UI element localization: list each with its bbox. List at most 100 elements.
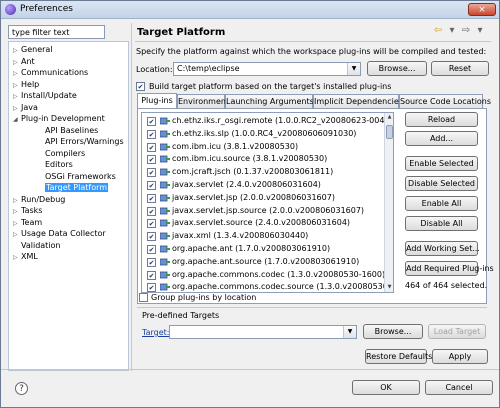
- tree-item[interactable]: Target Platform: [37, 182, 109, 194]
- plug-in-row[interactable]: ✔ com.jcraft.jsch (0.1.37.v200803061811): [142, 166, 386, 178]
- plug-in-row[interactable]: ✔ com.ibm.icu (3.8.1.v20080530): [142, 141, 386, 153]
- tree-item[interactable]: ▷ Ant: [13, 56, 35, 68]
- add-button[interactable]: Add...: [405, 131, 478, 146]
- plug-in-checkbox[interactable]: ✔: [147, 168, 156, 178]
- tree-item[interactable]: ▷ Run/Debug: [13, 194, 65, 206]
- back-menu-icon[interactable]: ▾: [445, 25, 459, 36]
- collapsed-arrow-icon[interactable]: ▷: [13, 252, 21, 264]
- plug-in-checkbox[interactable]: ✔: [147, 129, 156, 139]
- load-target-button[interactable]: Load Target: [428, 324, 486, 339]
- expanded-arrow-icon[interactable]: ◢: [13, 114, 21, 126]
- plug-in-checkbox[interactable]: ✔: [147, 232, 156, 242]
- plug-in-checkbox[interactable]: ✔: [147, 283, 156, 292]
- tab-source-code-locations[interactable]: Source Code Locations: [399, 94, 491, 108]
- plug-in-row[interactable]: ✔ ch.ethz.iks.r_osgi.remote (1.0.0.RC2_v2…: [142, 115, 393, 127]
- plug-in-row[interactable]: ✔ javax.servlet.jsp.source (2.0.0.v200806…: [142, 205, 386, 217]
- tree-item[interactable]: ▷ Usage Data Collector: [13, 228, 106, 240]
- plug-in-name: javax.servlet.jsp (2.0.0.v200806031607): [172, 192, 335, 202]
- scroll-down-arrow-icon[interactable]: ▼: [385, 283, 393, 292]
- tree-item[interactable]: API Errors/Warnings: [37, 136, 124, 148]
- back-arrow-icon[interactable]: ⇦: [431, 25, 445, 36]
- plug-in-checkbox[interactable]: ✔: [147, 155, 156, 165]
- tab-launching-arguments[interactable]: Launching Arguments: [225, 94, 314, 108]
- window-title: Preferences: [20, 4, 73, 14]
- plug-in-checkbox[interactable]: ✔: [147, 142, 156, 152]
- plug-in-checkbox[interactable]: ✔: [147, 245, 156, 254]
- plug-in-icon: [159, 207, 170, 215]
- tree-item[interactable]: ▷ Team: [13, 217, 42, 229]
- filter-input[interactable]: type filter text: [8, 25, 105, 39]
- plug-in-icon: [159, 168, 170, 176]
- reset-button[interactable]: Reset: [431, 61, 489, 76]
- disable-all-button[interactable]: Disable All: [405, 216, 478, 231]
- forward-menu-icon[interactable]: ▾: [473, 25, 487, 36]
- title-bar: Preferences ×: [1, 1, 499, 19]
- forward-arrow-icon[interactable]: ⇨: [459, 25, 473, 36]
- add-required-plug-ins-button[interactable]: Add Required Plug-ins: [405, 261, 494, 276]
- help-icon[interactable]: ?: [15, 382, 28, 395]
- plug-in-row[interactable]: ✔ javax.servlet.source (2.4.0.v2008060316…: [142, 217, 386, 229]
- plug-in-list-scrollbar[interactable]: ▲ ▼: [384, 113, 393, 292]
- plug-in-row[interactable]: ✔ org.apache.commons.codec (1.3.0.v200805…: [142, 269, 386, 281]
- location-combo[interactable]: C:\temp\eclipse ▼: [173, 62, 361, 76]
- plug-in-checkbox[interactable]: ✔: [147, 270, 156, 280]
- plug-in-checkbox[interactable]: ✔: [147, 193, 156, 203]
- tab-plug-ins[interactable]: Plug-ins: [137, 93, 177, 108]
- plug-in-row[interactable]: ✔ javax.servlet.jsp (2.0.0.v200806031607): [142, 192, 386, 204]
- plug-in-row[interactable]: ✔ javax.xml (1.3.4.v200806030440): [142, 230, 386, 242]
- restore-defaults-button[interactable]: Restore Defaults: [365, 349, 432, 364]
- build-target-label: Build target platform based on the targe…: [149, 82, 392, 91]
- plug-in-checkbox[interactable]: ✔: [147, 257, 156, 267]
- scroll-thumb[interactable]: [386, 125, 393, 139]
- enable-all-button[interactable]: Enable All: [405, 196, 478, 211]
- tree-item-label: Ant: [21, 56, 35, 66]
- chevron-down-icon[interactable]: ▼: [343, 326, 356, 338]
- plug-in-row[interactable]: ✔ org.apache.commons.codec.source (1.3.0.…: [142, 281, 393, 292]
- target-browse-button[interactable]: Browse...: [363, 324, 423, 339]
- plug-in-row[interactable]: ✔ javax.servlet (2.4.0.v200806031604): [142, 179, 386, 191]
- add-working-set-button[interactable]: Add Working Set...: [405, 241, 480, 256]
- tree-item[interactable]: ▷ Install/Update: [13, 90, 77, 102]
- tree-item[interactable]: Validation: [13, 240, 61, 252]
- plug-in-row[interactable]: ✔ org.apache.ant.source (1.7.0.v200803061…: [142, 256, 386, 268]
- tree-item[interactable]: ▷ Java: [13, 102, 38, 114]
- plug-in-checkbox[interactable]: ✔: [147, 206, 156, 216]
- plug-in-checkbox[interactable]: ✔: [147, 117, 156, 126]
- plug-in-row[interactable]: ✔ org.apache.ant (1.7.0.v200803061910): [142, 243, 386, 255]
- tree-item[interactable]: ▷ Help: [13, 79, 39, 91]
- tree-item[interactable]: API Baselines: [37, 125, 98, 137]
- pane-divider[interactable]: [131, 23, 132, 371]
- plug-in-row[interactable]: ✔ ch.ethz.iks.slp (1.0.0.RC4_v20080606091…: [142, 128, 386, 140]
- enable-selected-button[interactable]: Enable Selected: [405, 156, 478, 171]
- close-window-button[interactable]: ×: [468, 3, 496, 16]
- tree-item[interactable]: OSGi Frameworks: [37, 171, 116, 183]
- cancel-button[interactable]: Cancel: [425, 380, 493, 395]
- target-link[interactable]: Target:: [142, 328, 169, 337]
- tree-item[interactable]: ◢ Plug-in Development: [13, 113, 105, 125]
- tab-implicit-dependencies[interactable]: Implicit Dependencies: [313, 94, 403, 108]
- location-browse-button[interactable]: Browse...: [367, 61, 427, 76]
- tree-item[interactable]: ▷ Tasks: [13, 205, 42, 217]
- disable-selected-button[interactable]: Disable Selected: [405, 176, 478, 191]
- plug-in-checkbox[interactable]: ✔: [147, 219, 156, 229]
- scroll-up-arrow-icon[interactable]: ▲: [385, 113, 393, 122]
- tree-item[interactable]: Compilers: [37, 148, 85, 160]
- reload-button[interactable]: Reload: [405, 112, 478, 127]
- tab-environment[interactable]: Environment: [177, 94, 229, 108]
- tree-item[interactable]: ▷ General: [13, 44, 53, 56]
- tree-item-label: Compilers: [45, 148, 86, 158]
- apply-button[interactable]: Apply: [432, 349, 488, 364]
- plug-in-row[interactable]: ✔ com.ibm.icu.source (3.8.1.v20080530): [142, 153, 386, 165]
- target-combo[interactable]: ▼: [169, 325, 357, 339]
- plug-in-icon: [159, 271, 170, 279]
- group-by-location-checkbox[interactable]: [139, 293, 148, 302]
- tree-item[interactable]: Editors: [37, 159, 73, 171]
- plug-in-name: ch.ethz.iks.r_osgi.remote (1.0.0.RC2_v20…: [172, 116, 393, 125]
- tree-item[interactable]: ▷ XML: [13, 251, 38, 263]
- tree-item[interactable]: ▷ Communications: [13, 67, 88, 79]
- plug-in-checkbox[interactable]: ✔: [147, 181, 156, 190]
- chevron-down-icon[interactable]: ▼: [347, 63, 360, 75]
- plug-in-icon: [159, 143, 170, 151]
- ok-button[interactable]: OK: [352, 380, 420, 395]
- build-target-checkbox[interactable]: ✔: [136, 82, 145, 91]
